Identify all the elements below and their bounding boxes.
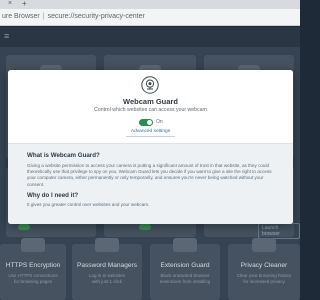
feature-card-https[interactable]: HTTPS Encryption Use HTTPS connections f… bbox=[0, 238, 66, 300]
feature-title: Privacy Cleaner bbox=[240, 262, 288, 269]
url-text: secure://security-privacy-center bbox=[47, 13, 145, 20]
browser-toolbar: ure Browser | secure://security-privacy-ce… bbox=[0, 9, 300, 26]
menu-icon[interactable]: ≡ bbox=[4, 31, 9, 41]
dialog-subtitle: Control which websites can access your w… bbox=[94, 107, 207, 113]
feature-subtitle: Clear your browsing history for increase… bbox=[236, 273, 292, 284]
faq-answer: Giving a website permission to access yo… bbox=[27, 163, 272, 187]
new-tab-button[interactable]: + bbox=[22, 0, 27, 8]
faq-question: Why do I need it? bbox=[27, 192, 79, 199]
launch-browser-link[interactable]: Launch browser bbox=[258, 223, 300, 239]
advanced-underline bbox=[126, 136, 175, 137]
dialog-title: Webcam Guard bbox=[123, 97, 178, 106]
toggle-state-label: On bbox=[156, 119, 163, 125]
app-header: ≡ bbox=[0, 27, 300, 47]
bg-toggle[interactable] bbox=[139, 224, 151, 230]
advanced-settings-link[interactable]: Advanced settings bbox=[8, 129, 293, 134]
feature-subtitle: Log in to websites with just 1 click bbox=[88, 273, 126, 284]
feature-title: Password Managers bbox=[76, 262, 138, 269]
browser-name: ure Browser bbox=[2, 13, 40, 20]
feature-subtitle: Use HTTPS connections for browsing pages bbox=[8, 273, 58, 284]
faq-question: What is Webcam Guard? bbox=[27, 152, 100, 159]
broom-icon bbox=[252, 238, 276, 252]
feature-card-passwords[interactable]: Password Managers Log in to websites wit… bbox=[72, 238, 142, 300]
tab-bar: × + bbox=[0, 0, 300, 9]
address-separator: | bbox=[42, 13, 45, 20]
feature-subtitle: Block unwanted browser extensions from i… bbox=[159, 273, 211, 284]
feature-card-privacy-cleaner[interactable]: Privacy Cleaner Clear your browsing hist… bbox=[228, 238, 300, 300]
key-icon bbox=[95, 238, 119, 252]
close-tab-icon[interactable]: × bbox=[8, 0, 12, 8]
feature-card-extension-guard[interactable]: Extension Guard Block unwanted browser e… bbox=[150, 238, 220, 300]
feature-title: Extension Guard bbox=[160, 262, 210, 269]
webcam-guard-dialog: Webcam Guard Control which websites can … bbox=[8, 70, 293, 224]
dialog-faq: What is Webcam Guard? Giving a website p… bbox=[8, 143, 293, 224]
bg-toggle[interactable] bbox=[18, 224, 30, 230]
webcam-icon bbox=[141, 76, 159, 94]
dialog-header: Webcam Guard Control which websites can … bbox=[8, 70, 293, 143]
screen: × + ure Browser | secure://security-privac… bbox=[0, 0, 300, 300]
toggle-knob bbox=[147, 120, 152, 125]
lock-icon bbox=[21, 238, 45, 252]
webcam-guard-toggle[interactable] bbox=[139, 119, 153, 126]
address-bar[interactable]: ure Browser | secure://security-privacy-ce… bbox=[0, 11, 300, 23]
faq-answer: It gives you greater control over websit… bbox=[27, 202, 150, 207]
puzzle-icon bbox=[173, 238, 197, 252]
feature-title: HTTPS Encryption bbox=[5, 262, 61, 269]
